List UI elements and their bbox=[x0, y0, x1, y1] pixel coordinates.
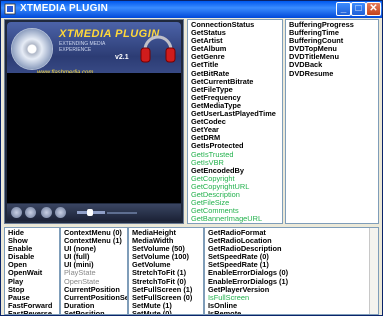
video-area[interactable] bbox=[7, 73, 181, 203]
rewind-icon[interactable] bbox=[41, 207, 52, 218]
property-item[interactable]: GetDurationSec bbox=[191, 223, 247, 224]
volume-slider[interactable] bbox=[87, 209, 93, 216]
maximize-button[interactable]: □ bbox=[351, 2, 366, 16]
window-title: XTMEDIA PLUGIN bbox=[20, 3, 108, 14]
title-bar[interactable]: XTMEDIA PLUGIN _ □ ✕ bbox=[1, 1, 382, 18]
banner-subtitle: EXTENDING MEDIA EXPERIENCE bbox=[59, 41, 106, 53]
media-player: XTMEDIA PLUGIN EXTENDING MEDIA EXPERIENC… bbox=[4, 19, 184, 224]
command-list-1[interactable]: Hide Show Enable Disable Open OpenWait Play Sto… bbox=[4, 227, 60, 315]
cd-icon bbox=[11, 28, 53, 70]
headphones-icon bbox=[140, 35, 176, 63]
command-item[interactable]: SetMute (0) bbox=[132, 309, 200, 314]
command-list-2[interactable]: ContextMenu (0) ContextMenu (1) UI (none) U… bbox=[60, 227, 128, 315]
command-list-4[interactable]: GetRadioFormat GetRadioLocation GetRadioDe… bbox=[204, 227, 379, 315]
app-window: XTMEDIA PLUGIN _ □ ✕ XTMEDIA PLUGIN EXTE… bbox=[0, 0, 383, 316]
player-controls bbox=[7, 204, 181, 221]
plugin-banner: XTMEDIA PLUGIN EXTENDING MEDIA EXPERIENC… bbox=[7, 22, 181, 80]
property-list[interactable]: ConnectionStatus GetStatus GetArtist GetAlb… bbox=[187, 19, 283, 224]
command-item[interactable]: SetPosition bbox=[64, 309, 124, 314]
minimize-button[interactable]: _ bbox=[336, 2, 351, 16]
banner-version: v2.1 bbox=[115, 54, 129, 61]
app-icon bbox=[4, 3, 16, 15]
pause-icon[interactable] bbox=[25, 207, 36, 218]
buffer-item[interactable]: DVDResume bbox=[289, 69, 375, 78]
forward-icon[interactable] bbox=[55, 207, 66, 218]
play-icon[interactable] bbox=[11, 207, 22, 218]
scrollbar[interactable] bbox=[369, 228, 378, 314]
command-item[interactable]: IsRemote bbox=[208, 309, 375, 314]
seek-bar[interactable] bbox=[107, 212, 137, 214]
buffering-list[interactable]: BufferingProgress BufferingTime BufferingC… bbox=[285, 19, 379, 224]
command-item[interactable]: FastReverse bbox=[8, 309, 56, 314]
command-list-3[interactable]: MediaHeight MediaWidth SetVolume (50) SetVo… bbox=[128, 227, 204, 315]
close-button[interactable]: ✕ bbox=[366, 2, 381, 16]
